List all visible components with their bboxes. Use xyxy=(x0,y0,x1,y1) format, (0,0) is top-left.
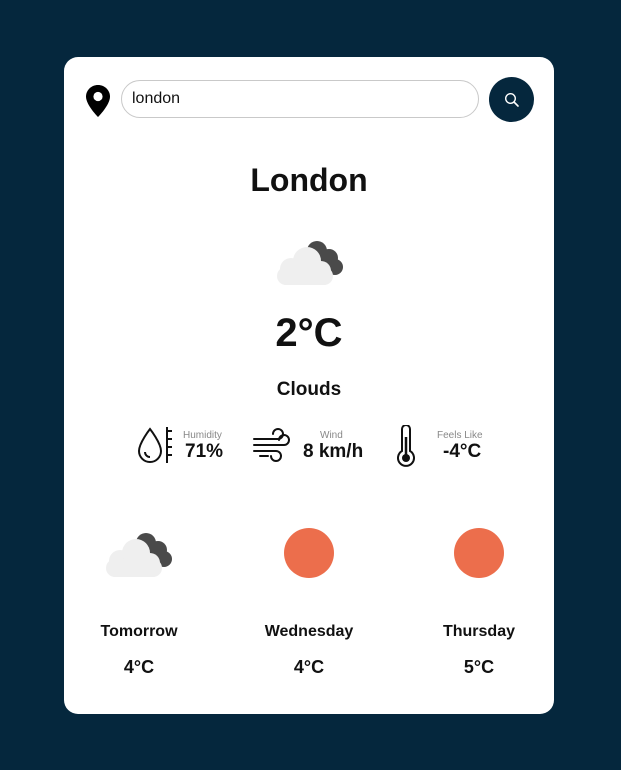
thermometer-icon xyxy=(397,425,415,467)
wind-icon xyxy=(253,428,290,462)
humidity-value: 71% xyxy=(185,441,224,462)
search-icon xyxy=(504,92,519,107)
wind-stat: Wind 8 km/h xyxy=(252,423,372,467)
sun-icon xyxy=(454,528,504,578)
forecast-temperature: 4°C xyxy=(123,657,155,677)
weather-card: London 2°C Clouds Humidity 71% xyxy=(64,57,554,714)
current-temperature: 2°C xyxy=(275,311,343,355)
location-pin-icon xyxy=(86,85,110,117)
clouds-icon xyxy=(106,533,172,577)
city-name: London xyxy=(250,162,368,198)
wind-label: Wind xyxy=(320,430,343,441)
forecast-day-wednesday: Wednesday 4°C xyxy=(234,527,384,697)
search-button[interactable] xyxy=(489,77,534,122)
sun-icon xyxy=(284,528,334,578)
feels-like-label: Feels Like xyxy=(437,430,483,441)
forecast-day-label: Wednesday xyxy=(264,623,354,640)
humidity-stat: Humidity 71% xyxy=(136,423,246,467)
forecast-day-thursday: Thursday 5°C xyxy=(404,527,554,697)
forecast-temperature: 4°C xyxy=(293,657,325,677)
humidity-label: Humidity xyxy=(183,430,222,441)
weather-condition: Clouds xyxy=(276,379,342,400)
wind-value: 8 km/h xyxy=(303,441,364,462)
forecast-day-label: Tomorrow xyxy=(100,623,178,640)
forecast-day-label: Thursday xyxy=(442,623,515,640)
clouds-icon xyxy=(277,241,343,285)
forecast-temperature: 5°C xyxy=(463,657,495,677)
humidity-icon xyxy=(137,427,172,463)
forecast-day-tomorrow: Tomorrow 4°C xyxy=(64,527,214,697)
feels-like-stat: Feels Like -4°C xyxy=(394,423,504,467)
feels-like-value: -4°C xyxy=(443,441,482,462)
search-input[interactable] xyxy=(121,80,479,118)
